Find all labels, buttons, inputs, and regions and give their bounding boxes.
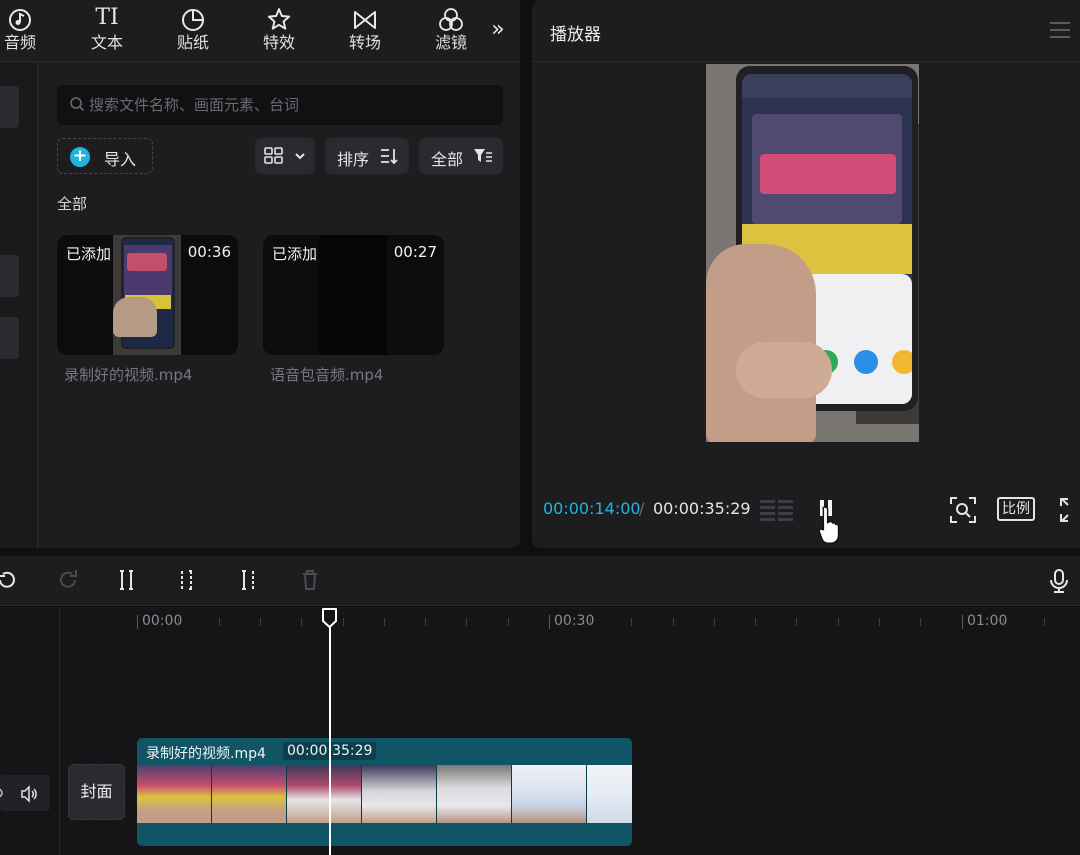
media-search [57,85,503,125]
redo-button[interactable] [57,568,77,597]
playhead-handle[interactable] [321,608,338,628]
menu-icon[interactable] [1050,22,1070,43]
zoom-frame-icon [950,497,976,527]
tab-filter-label: 滤镜 [434,33,467,52]
clip-filmstrip [137,765,632,823]
split-button[interactable] [118,568,138,597]
track-audio-control[interactable] [0,775,50,811]
tab-effects-label: 特效 [262,33,295,52]
track-control-icon [0,784,8,806]
cover-button[interactable]: 封面 [68,764,125,820]
trim-left-button[interactable] [178,568,198,597]
text-icon: TI [95,5,119,30]
player-header: 播放器 [532,0,1080,62]
track-header-column [0,607,60,855]
filter-button[interactable]: 全部 [419,138,503,174]
view-mode-button[interactable] [255,138,315,174]
transition-icon [335,4,395,32]
section-label-all: 全部 [57,195,88,213]
ruler-label: 00:30 [554,613,595,629]
volume-icon [20,785,38,807]
clip-frame [437,765,512,823]
video-thumbnail [113,235,181,355]
tab-sticker[interactable]: 贴纸 [163,4,223,54]
double-chevron-right-icon: » [491,17,505,42]
playhead-line [329,620,331,855]
tab-audio[interactable]: 音频 [0,4,50,54]
sticker-icon [163,4,223,32]
tab-sticker-label: 贴纸 [176,33,209,52]
import-label: 导入 [104,150,137,169]
added-badge: 已添加 [66,245,112,263]
more-tabs-button[interactable]: » [486,16,510,44]
funnel-icon [473,147,493,169]
current-time: 00:00:14:00 [543,499,641,518]
tab-transition[interactable]: 转场 [335,4,395,54]
trim-right-button[interactable] [240,568,260,597]
aspect-ratio-button[interactable]: 比例 [997,497,1035,521]
video-clip[interactable]: 录制好的视频.mp4 00:00:35:29 [137,738,632,846]
clip-frame [137,765,212,823]
plus-icon: + [70,147,90,167]
duration-label: 00:36 [187,243,231,261]
time-ruler[interactable]: 00:00 00:30 01:00 [60,607,1080,637]
tab-text[interactable]: TI 文本 [77,4,137,54]
fullscreen-button[interactable] [1060,497,1080,527]
import-button[interactable]: + 导入 [57,138,153,174]
time-separator: / [639,499,645,518]
timeline[interactable]: 00:00 00:30 01:00 封面 录制好的视频.mp4 00:00:35… [0,607,1080,855]
player-title: 播放器 [550,25,601,45]
zoom-fit-button[interactable] [950,497,976,527]
search-icon [69,96,85,116]
tab-text-label: 文本 [90,33,123,52]
filter-icon [421,4,481,32]
fullscreen-icon [1060,498,1080,527]
sort-button[interactable]: 排序 [325,138,409,174]
sort-icon [379,147,399,169]
search-input[interactable] [89,85,489,125]
hand-cursor-icon [818,505,842,548]
clip-frame [362,765,437,823]
frame-grid-icon[interactable] [760,498,794,526]
tab-transition-label: 转场 [348,33,381,52]
category-sidebar: 设 [0,62,38,548]
filter-label: 全部 [431,150,464,169]
sidebar-item-1[interactable] [0,86,19,128]
ruler-label: 00:00 [142,613,183,629]
sidebar-item-2[interactable] [0,255,19,297]
media-item-audio[interactable]: 已添加 00:27 [263,235,444,355]
clip-frame [587,765,632,823]
delete-button[interactable] [300,568,320,597]
clip-frame [287,765,362,823]
media-item-name: 语音包音频.mp4 [270,366,384,384]
grid-view-icon [264,147,284,169]
media-item-name: 录制好的视频.mp4 [64,366,193,384]
timeline-toolbar [0,556,1080,606]
video-preview[interactable] [706,64,919,442]
feature-toolbar: 音频 TI 文本 贴纸 特效 转场 滤镜 » [0,0,520,62]
undo-button[interactable] [0,568,18,597]
clip-frame [212,765,287,823]
chevron-down-icon [293,148,307,167]
sort-label: 排序 [337,150,370,169]
added-badge: 已添加 [272,245,318,263]
media-panel: 音频 TI 文本 贴纸 特效 转场 滤镜 » 搜索文件名称、画面元素、台词 + … [0,0,520,548]
microphone-button[interactable] [1048,568,1070,599]
duration-label: 00:27 [393,243,437,261]
audio-thumbnail [319,235,387,355]
ruler-label: 01:00 [967,613,1008,629]
total-time: 00:00:35:29 [653,499,751,518]
clip-name: 录制好的视频.mp4 [146,746,266,762]
tab-audio-label: 音频 [3,33,36,52]
tab-effects[interactable]: 特效 [249,4,309,54]
player-panel: 播放器 00:00:14:00 / 00:00:35:29 比例 [532,0,1080,548]
clip-frame [512,765,587,823]
tab-filter[interactable]: 滤镜 [421,4,481,54]
media-item-video[interactable]: 已添加 00:36 [57,235,238,355]
effects-star-icon [249,4,309,32]
sidebar-item-3[interactable] [0,317,19,359]
music-note-icon [0,4,50,32]
